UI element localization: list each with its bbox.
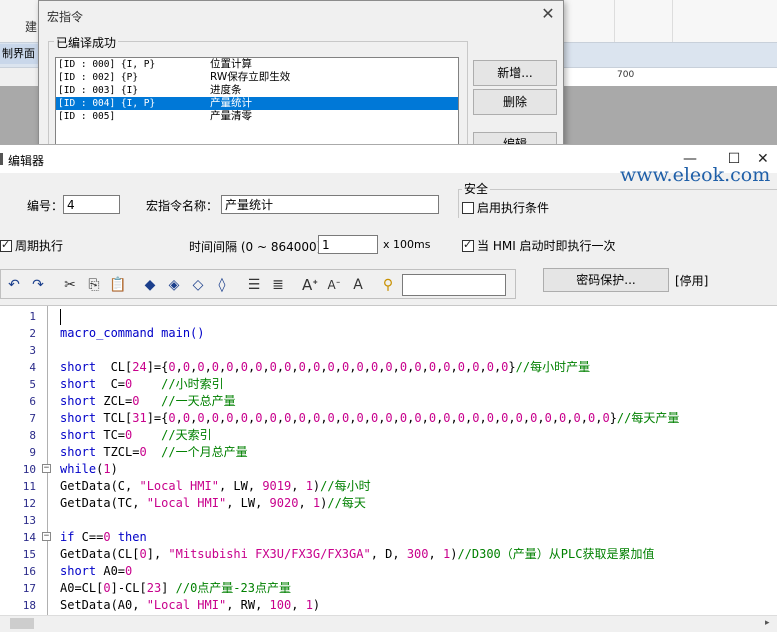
scrollbar-thumb[interactable]	[10, 618, 34, 629]
font-larger-icon[interactable]: Aᐩ	[300, 276, 320, 294]
macro-name-input[interactable]: 产量统计	[221, 195, 439, 214]
code-line[interactable]: 10− while(1)	[0, 461, 777, 478]
enable-condition-checkbox[interactable]: 启用执行条件	[462, 199, 549, 216]
checkbox-checked-icon[interactable]	[0, 238, 12, 252]
code-text: short CL[24]={0,0,0,0,0,0,0,0,0,0,0,0,0,…	[60, 360, 591, 374]
code-text: short TCL[31]={0,0,0,0,0,0,0,0,0,0,0,0,0…	[60, 411, 680, 425]
code-text: GetData(TC, "Local HMI", LW, 9020, 1)//每…	[60, 496, 366, 510]
password-protect-button[interactable]: 密码保护...	[543, 268, 669, 292]
code-text: A0=CL[0]-CL[23] //0点产量-23点产量	[60, 581, 291, 595]
fold-icon[interactable]: −	[42, 532, 51, 541]
code-text: short ZCL=0 //一天总产量	[60, 394, 236, 408]
new-button[interactable]: 新增...	[473, 60, 557, 86]
checkbox-checked-icon[interactable]	[462, 238, 474, 252]
bookmark-icon[interactable]: ◆	[140, 276, 160, 294]
code-text: GetData(C, "Local HMI", LW, 9019, 1)//每小…	[60, 479, 371, 493]
hmi-start-checkbox[interactable]: 当 HMI 启动时即执行一次	[462, 237, 616, 254]
code-line[interactable]: 15 GetData(CL[0], "Mitsubishi FX3U/FX3G/F…	[0, 546, 777, 563]
code-editor[interactable]: 1 2 macro_command main() 3 4 short CL[24]=…	[0, 305, 777, 616]
redo-icon[interactable]: ↷	[28, 276, 48, 294]
list-item[interactable]: [ID : 002] {P} RW保存立即生效	[56, 71, 458, 84]
scroll-right-icon[interactable]: ▸	[765, 618, 770, 628]
code-line[interactable]: 18 SetData(A0, "Local HMI", RW, 100, 1)	[0, 597, 777, 614]
undo-icon[interactable]: ↶	[4, 276, 24, 294]
list-item[interactable]: [ID : 003] {I} 进度条	[56, 84, 458, 97]
interval-input[interactable]: 1	[318, 235, 378, 254]
paste-icon[interactable]: 📋	[108, 276, 128, 294]
fold-icon[interactable]: −	[42, 464, 51, 473]
code-line[interactable]: 14− if C==0 then	[0, 529, 777, 546]
interval-label: 时间间隔 (0 ~ 864000)：	[189, 240, 334, 254]
code-line[interactable]: 9 short TZCL=0 //一个月总产量	[0, 444, 777, 461]
find-icon[interactable]: ⚲	[378, 276, 398, 294]
code-line[interactable]: 3	[0, 342, 777, 359]
code-text: while(1)	[60, 462, 118, 476]
divider	[614, 0, 615, 42]
indent-icon[interactable]: ☰	[244, 276, 264, 294]
code-text: short C=0 //小时索引	[60, 377, 224, 391]
search-input[interactable]	[402, 274, 506, 296]
macro-list[interactable]: [ID : 000] {I, P} 位置计算 [ID : 002] {P} RW保存…	[55, 57, 459, 149]
editor-title: 编辑器	[8, 154, 45, 168]
editor-window: 编辑器 — ☐ ✕ 编号： 4 宏指令名称： 产量统计 安全 启用执行条件 周期…	[0, 144, 777, 632]
disabled-label: [停用]	[675, 274, 709, 288]
watermark: www.eleok.com	[620, 164, 771, 186]
code-line[interactable]: 6 short ZCL=0 //一天总产量	[0, 393, 777, 410]
code-line[interactable]: 5 short C=0 //小时索引	[0, 376, 777, 393]
close-icon[interactable]: ✕	[539, 5, 557, 23]
code-line[interactable]: 2 macro_command main()	[0, 325, 777, 342]
window-icon	[0, 153, 3, 165]
number-input[interactable]: 4	[63, 195, 120, 214]
checkbox-icon[interactable]	[462, 202, 474, 214]
code-text: short A0=0	[60, 564, 133, 578]
bookmark-clear-icon[interactable]: ◊	[212, 276, 232, 294]
code-line[interactable]: 17 A0=CL[0]-CL[23] //0点产量-23点产量	[0, 580, 777, 597]
code-text: short TZCL=0 //一个月总产量	[60, 445, 248, 459]
code-line[interactable]: 16 short A0=0	[0, 563, 777, 580]
code-text: GetData(CL[0], "Mitsubishi FX3U/FX3G/FX3…	[60, 547, 655, 561]
cut-icon[interactable]: ✂	[60, 276, 80, 294]
code-line[interactable]: 1	[0, 308, 777, 325]
list-item[interactable]: [ID : 005] 产量清零	[56, 110, 458, 123]
code-line[interactable]: 4 short CL[24]={0,0,0,0,0,0,0,0,0,0,0,0,0…	[0, 359, 777, 376]
ruler	[563, 68, 777, 87]
code-line[interactable]: 8 short TC=0 //天索引	[0, 427, 777, 444]
background-tab[interactable]: 制界面	[0, 44, 39, 64]
code-line[interactable]: 7 short TCL[31]={0,0,0,0,0,0,0,0,0,0,0,0,…	[0, 410, 777, 427]
divider	[672, 0, 673, 42]
outdent-icon[interactable]: ≣	[268, 276, 288, 294]
background-toolbar-area	[562, 0, 777, 42]
code-text: SetData(A0, "Local HMI", RW, 100, 1)	[60, 598, 321, 612]
background-label: 建	[25, 20, 38, 34]
horizontal-scrollbar[interactable]	[0, 615, 777, 632]
dialog-title: 宏指令	[47, 10, 84, 24]
code-line[interactable]: 12 GetData(TC, "Local HMI", LW, 9020, 1)/…	[0, 495, 777, 512]
macro-dialog: 宏指令 ✕ 已编译成功 [ID : 000] {I, P} 位置计算 [ID : …	[38, 0, 564, 155]
group-label: 已编译成功	[54, 34, 119, 51]
ruler-number: 700	[617, 70, 635, 80]
text-caret	[60, 309, 61, 325]
bookmark-prev-icon[interactable]: ◇	[188, 276, 208, 294]
list-item[interactable]: [ID : 000] {I, P} 位置计算	[56, 58, 458, 71]
font-default-icon[interactable]: A	[348, 276, 368, 294]
copy-icon[interactable]: ⎘	[84, 276, 104, 294]
list-item-selected[interactable]: [ID : 004] {I, P} 产量统计	[56, 97, 458, 110]
delete-button[interactable]: 删除	[473, 89, 557, 115]
code-text: short TC=0 //天索引	[60, 428, 212, 442]
code-text: if C==0 then	[60, 530, 147, 544]
code-line[interactable]: 13	[0, 512, 777, 529]
code-line[interactable]: 11 GetData(C, "Local HMI", LW, 9019, 1)//…	[0, 478, 777, 495]
bookmark-next-icon[interactable]: ◈	[164, 276, 184, 294]
macro-name-label: 宏指令名称：	[146, 199, 219, 213]
security-label: 安全	[462, 180, 491, 197]
font-smaller-icon[interactable]: Aᐨ	[324, 276, 344, 294]
number-label: 编号：	[27, 199, 64, 213]
periodic-checkbox[interactable]: 周期执行	[0, 237, 63, 254]
interval-unit: x 100ms	[383, 238, 431, 251]
